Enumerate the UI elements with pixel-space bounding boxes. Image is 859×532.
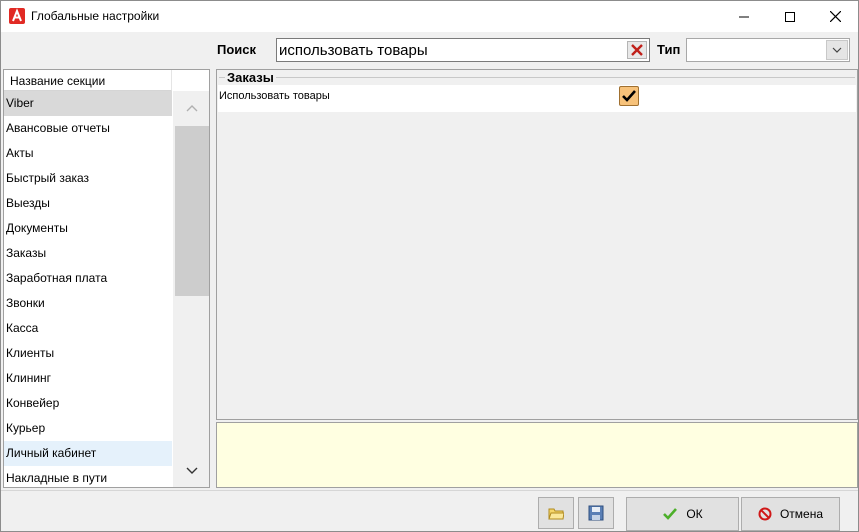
section-list-items: Viber Авансовые отчеты Акты Быстрый заказ Вы… (4, 91, 172, 487)
title-bar: Глобальные настройки (1, 1, 858, 32)
clear-x-icon (631, 44, 643, 56)
section-list-item[interactable]: Курьер (4, 416, 172, 441)
maximize-button[interactable] (767, 1, 813, 32)
section-list-item[interactable]: Документы (4, 216, 172, 241)
section-list-item[interactable]: Конвейер (4, 391, 172, 416)
window-title: Глобальные настройки (31, 9, 160, 23)
checkmark-icon (663, 508, 678, 520)
section-list-item[interactable]: Звонки (4, 291, 172, 316)
chevron-up-icon (186, 104, 197, 111)
section-list-scrollbar[interactable] (173, 91, 209, 487)
floppy-disk-icon (588, 505, 604, 521)
type-dropdown-arrow[interactable] (826, 40, 848, 60)
folder-icon (548, 508, 564, 520)
search-label: Поиск (217, 42, 257, 57)
description-area (216, 422, 858, 488)
section-list-header[interactable]: Название секции (4, 70, 172, 91)
section-list-item[interactable]: Клиенты (4, 341, 172, 366)
section-list-item[interactable]: Авансовые отчеты (4, 116, 172, 141)
section-list-item[interactable]: Личный кабинет (4, 441, 172, 466)
checkmark-icon (622, 90, 636, 102)
cancel-icon (758, 507, 772, 521)
ok-button-label: ОК (686, 507, 703, 521)
global-settings-window: Глобальные настройки Поиск Тип Название … (0, 0, 859, 532)
search-input[interactable] (279, 41, 623, 59)
close-icon (829, 11, 841, 22)
section-list-item[interactable]: Клининг (4, 366, 172, 391)
minimize-button[interactable] (721, 1, 767, 32)
footer-divider (1, 490, 858, 491)
section-list-item[interactable]: Касса (4, 316, 172, 341)
ok-button[interactable]: ОК (626, 497, 739, 531)
scroll-thumb[interactable] (175, 126, 209, 296)
settings-panel: Заказы Использовать товары (216, 69, 858, 420)
app-logo-icon (9, 8, 25, 24)
section-list-item[interactable]: Накладные в пути (4, 466, 172, 487)
scroll-up-button[interactable] (173, 91, 209, 125)
cancel-button[interactable]: Отмена (741, 497, 840, 531)
section-list-item[interactable]: Viber (4, 91, 172, 116)
save-button[interactable] (578, 497, 614, 529)
chevron-down-icon (186, 467, 197, 474)
type-label: Тип (657, 42, 681, 57)
open-button[interactable] (538, 497, 574, 529)
search-field (276, 38, 650, 62)
settings-group-title: Заказы (225, 70, 276, 85)
setting-checkbox[interactable] (619, 86, 639, 106)
section-list-item[interactable]: Акты (4, 141, 172, 166)
section-list-item[interactable]: Быстрый заказ (4, 166, 172, 191)
type-dropdown[interactable] (686, 38, 850, 62)
setting-label: Использовать товары (219, 90, 330, 102)
section-list: Название секции Viber Авансовые отчеты Акт… (3, 69, 210, 488)
clear-search-button[interactable] (627, 41, 647, 59)
section-list-item[interactable]: Выезды (4, 191, 172, 216)
setting-row[interactable]: Использовать товары (218, 85, 856, 112)
scroll-down-button[interactable] (173, 453, 209, 487)
close-button[interactable] (812, 1, 858, 32)
group-divider (219, 77, 855, 78)
section-list-item[interactable]: Заказы (4, 241, 172, 266)
cancel-button-label: Отмена (779, 507, 824, 521)
maximize-icon (785, 11, 795, 22)
section-list-item[interactable]: Заработная плата (4, 266, 172, 291)
chevron-down-icon (832, 47, 842, 53)
minimize-icon (739, 16, 749, 17)
